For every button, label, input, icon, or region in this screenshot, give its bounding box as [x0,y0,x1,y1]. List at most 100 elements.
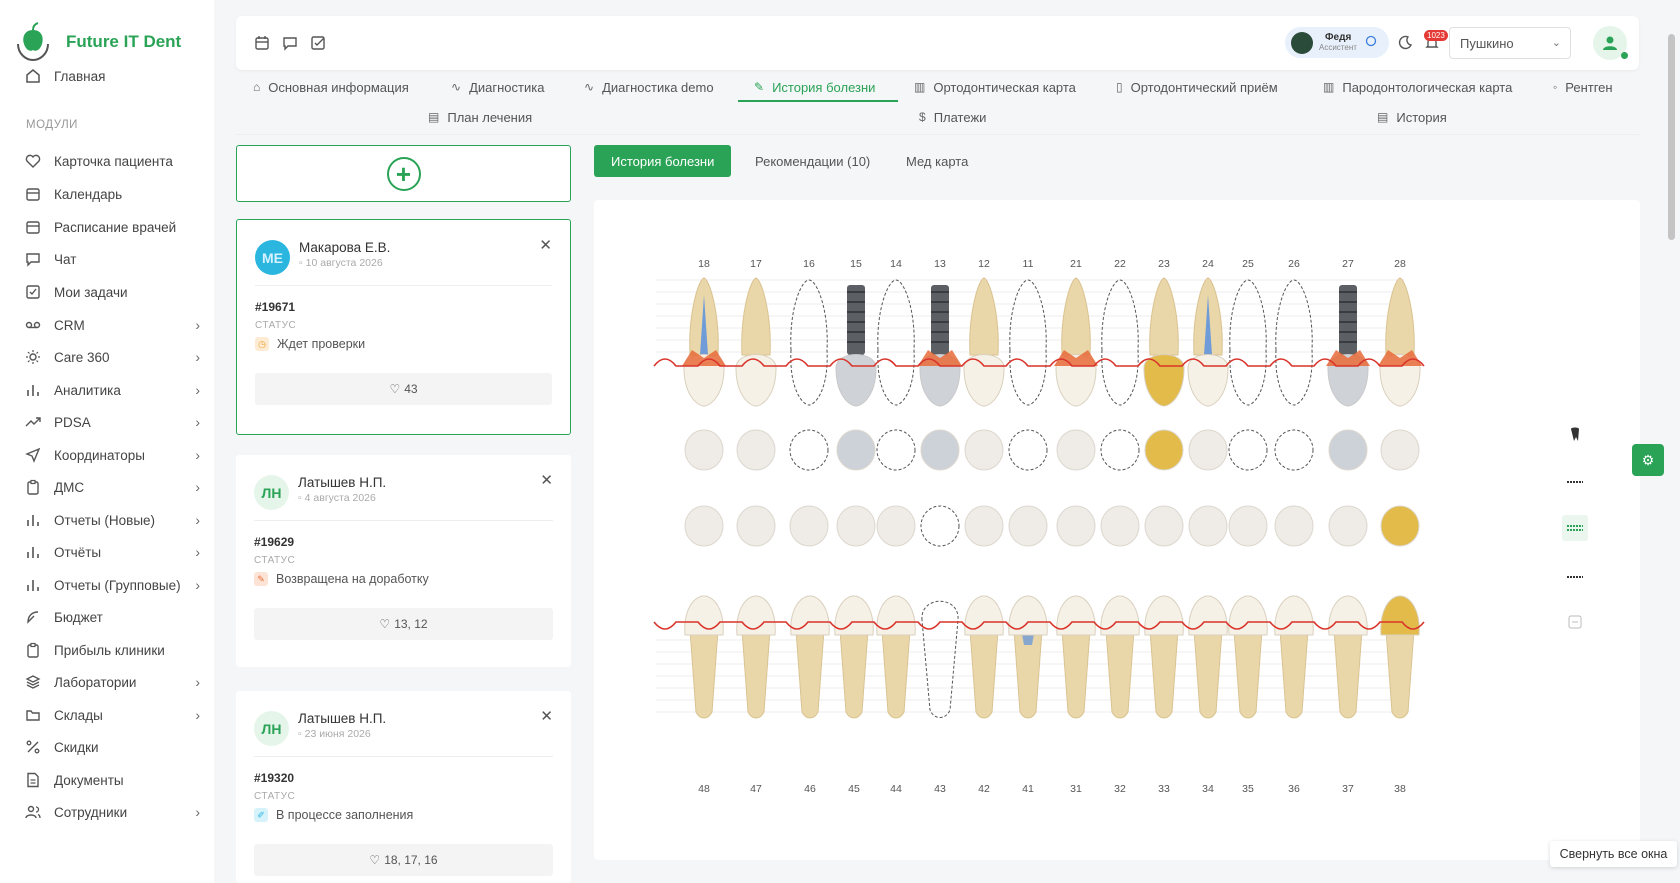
tab-medical-history[interactable]: ✎ История болезни [754,75,875,99]
tooth-root [1333,629,1363,719]
branch-select[interactable]: Пушкино ⌄ [1449,27,1571,59]
tab-history[interactable]: ▤ История [1377,105,1447,129]
tab-diagnostics[interactable]: ∿ Диагностика [451,75,544,99]
tab-diagnostics-demo[interactable]: ∿ Диагностика demo [584,75,714,99]
tooth-outline [1275,279,1313,406]
occlusal-surface-18 [684,505,724,547]
sidebar-item-10[interactable]: ДМС › [24,472,200,502]
tooth-outline [1229,279,1267,406]
tab-periodontal-chart[interactable]: ▥ Пародонтологическая карта [1323,75,1512,99]
tab-treatment-plan[interactable]: ▤ План лечения [428,105,532,129]
plus-icon: + [386,156,421,191]
occlusal-surface-16 [789,505,829,547]
occlusal-surface-27 [1328,429,1368,471]
tasks-icon[interactable] [308,33,328,53]
tooth-28 [1378,277,1422,407]
sidebar-item-12[interactable]: Отчёты › [24,537,200,567]
scrollbar[interactable] [1668,34,1675,240]
sidebar-item-3[interactable]: Чат [24,244,200,274]
lower-view-icon[interactable] [1562,564,1588,590]
sidebar-item-label: Карточка пациента [54,153,173,169]
assistant-widget[interactable]: Федя Ассистент [1285,27,1389,58]
subtab-med-card[interactable]: Мед карта [889,145,985,177]
top-bar: Федя Ассистент 1023 Пушкино ⌄ [236,16,1639,70]
tab-payments[interactable]: $ Платежи [919,105,986,129]
dollar-icon: $ [919,110,926,124]
status-text: В процессе заполнения [276,808,414,822]
radio-icon: ◦ [1553,80,1558,94]
sidebar-item-1[interactable]: Календарь [24,179,200,209]
sidebar-item-7[interactable]: Аналитика › [24,375,200,405]
sidebar-item-6[interactable]: Care 360 › [24,342,200,372]
sidebar-item-9[interactable]: Координаторы › [24,440,200,470]
percent-icon [24,738,42,756]
chevron-right-icon: › [195,382,200,398]
chat-icon[interactable] [280,33,300,53]
tab-main-info[interactable]: ⌂ Основная информация [253,75,409,99]
close-icon[interactable]: ✕ [540,471,553,489]
tooth-number-upper: 24 [1202,258,1214,270]
tooth-root [1061,277,1091,356]
tooth-number-lower: 32 [1114,783,1126,795]
add-record-button[interactable]: + [236,145,571,202]
grid-view-icon[interactable] [1562,515,1588,541]
arch-view-icon[interactable] [1562,467,1588,493]
occlusal-surface-15 [836,429,876,471]
close-icon[interactable]: ✕ [539,236,552,254]
minimize-icon[interactable] [1562,609,1588,635]
status-text: Возвращена на доработку [276,572,429,586]
record-date-text: 4 августа 2026 [304,492,376,504]
sidebar-item-18[interactable]: Скидки [24,732,200,762]
sidebar-item-11[interactable]: Отчеты (Новые) › [24,505,200,535]
sidebar-item-20[interactable]: Сотрудники › [24,797,200,827]
tooth-root [969,629,999,719]
sidebar-item-4[interactable]: Мои задачи [24,277,200,307]
subtab-medical-history[interactable]: История болезни [594,145,732,177]
occlusal-surface-23 [1144,505,1184,547]
moon-icon[interactable] [1395,33,1415,53]
tab-orthodontic-visit[interactable]: ▯ Ортодонтический приём [1116,75,1278,99]
sidebar-item-17[interactable]: Склады › [24,700,200,730]
crown [835,354,877,407]
calendar-icon[interactable] [252,33,272,53]
sidebar-item-2[interactable]: Расписание врачей [24,212,200,242]
close-icon[interactable]: ✕ [540,707,553,725]
sidebar-item-14[interactable]: Бюджет [24,602,200,632]
clipboard-icon: ▯ [1116,80,1123,94]
sidebar-item-5[interactable]: CRM › [24,310,200,340]
sidebar-item-0[interactable]: Карточка пациента [24,146,200,176]
subtab-recommendations[interactable]: Рекомендации (10) [738,145,887,177]
record-card[interactable]: МЕ Макарова Е.В. ▫ 10 августа 2026 ✕ #19… [236,219,571,435]
record-card[interactable]: ЛН Латышев Н.П. ▫ 4 августа 2026 ✕ #1962… [236,455,571,667]
occlusal-surface-21 [1056,429,1096,471]
teeth-button[interactable]: ♡ 13, 12 [254,608,553,640]
sidebar-item-19[interactable]: Документы [24,765,200,795]
teeth-button[interactable]: ♡ 43 [255,373,552,405]
sidebar-item-label: Отчеты (Новые) [54,512,156,528]
record-author: Макарова Е.В. [299,240,391,255]
tooth-view-icon[interactable] [1562,422,1588,448]
sidebar-item-16[interactable]: Лаборатории › [24,667,200,697]
divider [254,756,553,757]
sidebar-item-label: Лаборатории [54,674,137,690]
collapse-all-windows-button[interactable]: Свернуть все окна [1550,841,1677,867]
record-card[interactable]: ЛН Латышев Н.П. ▫ 23 июня 2026 ✕ #19320 … [236,691,571,883]
sidebar-item-13[interactable]: Отчеты (Групповые) › [24,570,200,600]
tab-xray[interactable]: ◦ Рентген [1553,75,1613,99]
sidebar-item-15[interactable]: Прибыль клиники [24,635,200,665]
tab-label: Пародонтологическая карта [1342,79,1513,95]
sidebar-item-home[interactable]: Главная [24,61,200,91]
tooth-number-lower: 36 [1288,783,1300,795]
teeth-button[interactable]: ♡ 18, 17, 16 [254,844,553,876]
sidebar-item-8[interactable]: PDSA › [24,407,200,437]
occlusal-surface-23 [1144,429,1184,471]
status-label: СТАТУС [254,791,296,802]
settings-gear-icon[interactable]: ⚙ [1632,444,1664,476]
occlusal-surface-22 [1100,429,1140,471]
tooth-outline [1101,279,1139,406]
bar-chart-icon [24,576,42,594]
tab-orthodontic-chart[interactable]: ▥ Ортодонтическая карта [914,75,1076,99]
tooth-number-upper: 15 [850,258,862,270]
tooth-outline [1009,279,1047,406]
tooth-number-lower: 41 [1022,783,1034,795]
